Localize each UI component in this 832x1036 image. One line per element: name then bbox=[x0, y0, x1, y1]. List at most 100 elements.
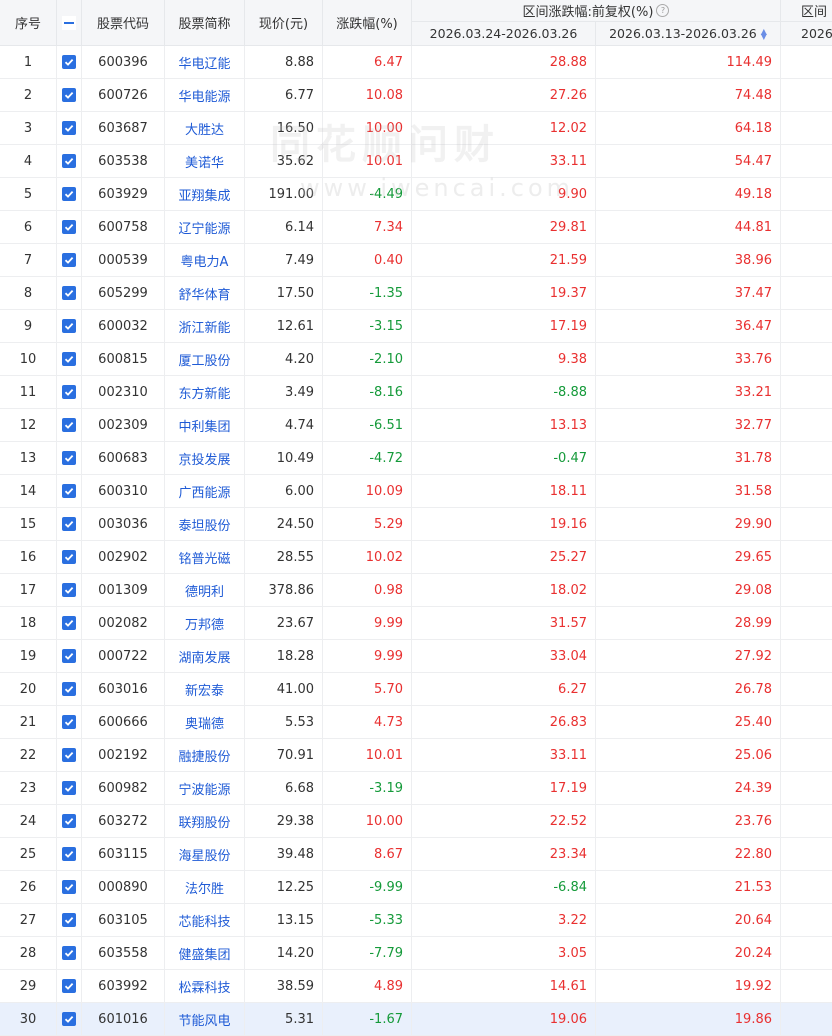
row-checkbox[interactable] bbox=[57, 145, 82, 177]
checkbox-checked-icon[interactable] bbox=[62, 418, 76, 432]
checkbox-checked-icon[interactable] bbox=[62, 880, 76, 894]
checkbox-checked-icon[interactable] bbox=[62, 913, 76, 927]
table-row[interactable]: 27 603105 芯能科技 13.15 -5.33 3.22 20.64 bbox=[0, 904, 832, 937]
stock-name-link[interactable]: 松霖科技 bbox=[165, 970, 245, 1002]
row-checkbox[interactable] bbox=[57, 805, 82, 837]
stock-name-link[interactable]: 美诺华 bbox=[165, 145, 245, 177]
row-checkbox[interactable] bbox=[57, 442, 82, 474]
table-row[interactable]: 21 600666 奥瑞德 5.53 4.73 26.83 25.40 bbox=[0, 706, 832, 739]
checkbox-checked-icon[interactable] bbox=[62, 385, 76, 399]
row-checkbox[interactable] bbox=[57, 310, 82, 342]
checkbox-checked-icon[interactable] bbox=[62, 814, 76, 828]
row-checkbox[interactable] bbox=[57, 739, 82, 771]
checkbox-checked-icon[interactable] bbox=[62, 781, 76, 795]
row-checkbox[interactable] bbox=[57, 112, 82, 144]
row-checkbox[interactable] bbox=[57, 640, 82, 672]
row-checkbox[interactable] bbox=[57, 178, 82, 210]
checkbox-checked-icon[interactable] bbox=[62, 847, 76, 861]
table-row[interactable]: 16 002902 铭普光磁 28.55 10.02 25.27 29.65 bbox=[0, 541, 832, 574]
stock-name-link[interactable]: 厦工股份 bbox=[165, 343, 245, 375]
checkbox-checked-icon[interactable] bbox=[62, 517, 76, 531]
header-code[interactable]: 股票代码 bbox=[82, 0, 165, 45]
stock-name-link[interactable]: 华电能源 bbox=[165, 79, 245, 111]
row-checkbox[interactable] bbox=[57, 574, 82, 606]
header-range-next[interactable]: 2026 bbox=[781, 22, 832, 45]
stock-name-link[interactable]: 大胜达 bbox=[165, 112, 245, 144]
checkbox-checked-icon[interactable] bbox=[62, 88, 76, 102]
checkbox-checked-icon[interactable] bbox=[62, 319, 76, 333]
table-row[interactable]: 23 600982 宁波能源 6.68 -3.19 17.19 24.39 bbox=[0, 772, 832, 805]
stock-name-link[interactable]: 浙江新能 bbox=[165, 310, 245, 342]
table-row[interactable]: 1 600396 华电辽能 8.88 6.47 28.88 114.49 bbox=[0, 46, 832, 79]
row-checkbox[interactable] bbox=[57, 79, 82, 111]
row-checkbox[interactable] bbox=[57, 970, 82, 1002]
stock-name-link[interactable]: 健盛集团 bbox=[165, 937, 245, 969]
row-checkbox[interactable] bbox=[57, 904, 82, 936]
checkbox-checked-icon[interactable] bbox=[62, 649, 76, 663]
stock-name-link[interactable]: 辽宁能源 bbox=[165, 211, 245, 243]
checkbox-checked-icon[interactable] bbox=[62, 286, 76, 300]
row-checkbox[interactable] bbox=[57, 46, 82, 78]
stock-name-link[interactable]: 宁波能源 bbox=[165, 772, 245, 804]
checkbox-checked-icon[interactable] bbox=[62, 55, 76, 69]
stock-name-link[interactable]: 新宏泰 bbox=[165, 673, 245, 705]
stock-name-link[interactable]: 节能风电 bbox=[165, 1003, 245, 1035]
row-checkbox[interactable] bbox=[57, 871, 82, 903]
header-range-1[interactable]: 2026.03.24-2026.03.26 bbox=[412, 22, 596, 45]
table-row[interactable]: 7 000539 粤电力A 7.49 0.40 21.59 38.96 bbox=[0, 244, 832, 277]
table-row[interactable]: 22 002192 融捷股份 70.91 10.01 33.11 25.06 bbox=[0, 739, 832, 772]
table-row[interactable]: 10 600815 厦工股份 4.20 -2.10 9.38 33.76 bbox=[0, 343, 832, 376]
stock-name-link[interactable]: 铭普光磁 bbox=[165, 541, 245, 573]
table-row[interactable]: 6 600758 辽宁能源 6.14 7.34 29.81 44.81 bbox=[0, 211, 832, 244]
table-row[interactable]: 19 000722 湖南发展 18.28 9.99 33.04 27.92 bbox=[0, 640, 832, 673]
stock-name-link[interactable]: 京投发展 bbox=[165, 442, 245, 474]
stock-name-link[interactable]: 华电辽能 bbox=[165, 46, 245, 78]
table-row[interactable]: 14 600310 广西能源 6.00 10.09 18.11 31.58 bbox=[0, 475, 832, 508]
stock-name-link[interactable]: 舒华体育 bbox=[165, 277, 245, 309]
row-checkbox[interactable] bbox=[57, 838, 82, 870]
help-icon[interactable]: ? bbox=[656, 4, 670, 17]
checkbox-checked-icon[interactable] bbox=[62, 1012, 76, 1026]
checkbox-checked-icon[interactable] bbox=[62, 550, 76, 564]
stock-name-link[interactable]: 亚翔集成 bbox=[165, 178, 245, 210]
minus-icon[interactable] bbox=[62, 15, 76, 30]
stock-name-link[interactable]: 海星股份 bbox=[165, 838, 245, 870]
table-row[interactable]: 5 603929 亚翔集成 191.00 -4.49 9.90 49.18 bbox=[0, 178, 832, 211]
checkbox-checked-icon[interactable] bbox=[62, 682, 76, 696]
stock-name-link[interactable]: 万邦德 bbox=[165, 607, 245, 639]
row-checkbox[interactable] bbox=[57, 673, 82, 705]
table-row[interactable]: 24 603272 联翔股份 29.38 10.00 22.52 23.76 bbox=[0, 805, 832, 838]
row-checkbox[interactable] bbox=[57, 772, 82, 804]
row-checkbox[interactable] bbox=[57, 541, 82, 573]
checkbox-checked-icon[interactable] bbox=[62, 253, 76, 267]
header-name[interactable]: 股票简称 bbox=[165, 0, 245, 45]
stock-name-link[interactable]: 湖南发展 bbox=[165, 640, 245, 672]
table-row[interactable]: 25 603115 海星股份 39.48 8.67 23.34 22.80 bbox=[0, 838, 832, 871]
table-row[interactable]: 20 603016 新宏泰 41.00 5.70 6.27 26.78 bbox=[0, 673, 832, 706]
row-checkbox[interactable] bbox=[57, 475, 82, 507]
row-checkbox[interactable] bbox=[57, 244, 82, 276]
row-checkbox[interactable] bbox=[57, 508, 82, 540]
header-seq[interactable]: 序号 bbox=[0, 0, 57, 45]
stock-name-link[interactable]: 德明利 bbox=[165, 574, 245, 606]
checkbox-checked-icon[interactable] bbox=[62, 946, 76, 960]
checkbox-checked-icon[interactable] bbox=[62, 220, 76, 234]
checkbox-checked-icon[interactable] bbox=[62, 748, 76, 762]
table-row[interactable]: 8 605299 舒华体育 17.50 -1.35 19.37 37.47 bbox=[0, 277, 832, 310]
stock-name-link[interactable]: 芯能科技 bbox=[165, 904, 245, 936]
stock-name-link[interactable]: 融捷股份 bbox=[165, 739, 245, 771]
checkbox-checked-icon[interactable] bbox=[62, 154, 76, 168]
checkbox-checked-icon[interactable] bbox=[62, 583, 76, 597]
row-checkbox[interactable] bbox=[57, 607, 82, 639]
checkbox-checked-icon[interactable] bbox=[62, 121, 76, 135]
stock-name-link[interactable]: 泰坦股份 bbox=[165, 508, 245, 540]
stock-name-link[interactable]: 中利集团 bbox=[165, 409, 245, 441]
header-range-2[interactable]: 2026.03.13-2026.03.26 ▲ ▼ bbox=[596, 22, 781, 45]
table-row[interactable]: 26 000890 法尔胜 12.25 -9.99 -6.84 21.53 bbox=[0, 871, 832, 904]
table-row[interactable]: 9 600032 浙江新能 12.61 -3.15 17.19 36.47 bbox=[0, 310, 832, 343]
table-row[interactable]: 18 002082 万邦德 23.67 9.99 31.57 28.99 bbox=[0, 607, 832, 640]
sort-desc-icon[interactable]: ▲ ▼ bbox=[761, 27, 767, 40]
header-price[interactable]: 现价(元) bbox=[245, 0, 323, 45]
stock-name-link[interactable]: 东方新能 bbox=[165, 376, 245, 408]
table-row[interactable]: 15 003036 泰坦股份 24.50 5.29 19.16 29.90 bbox=[0, 508, 832, 541]
